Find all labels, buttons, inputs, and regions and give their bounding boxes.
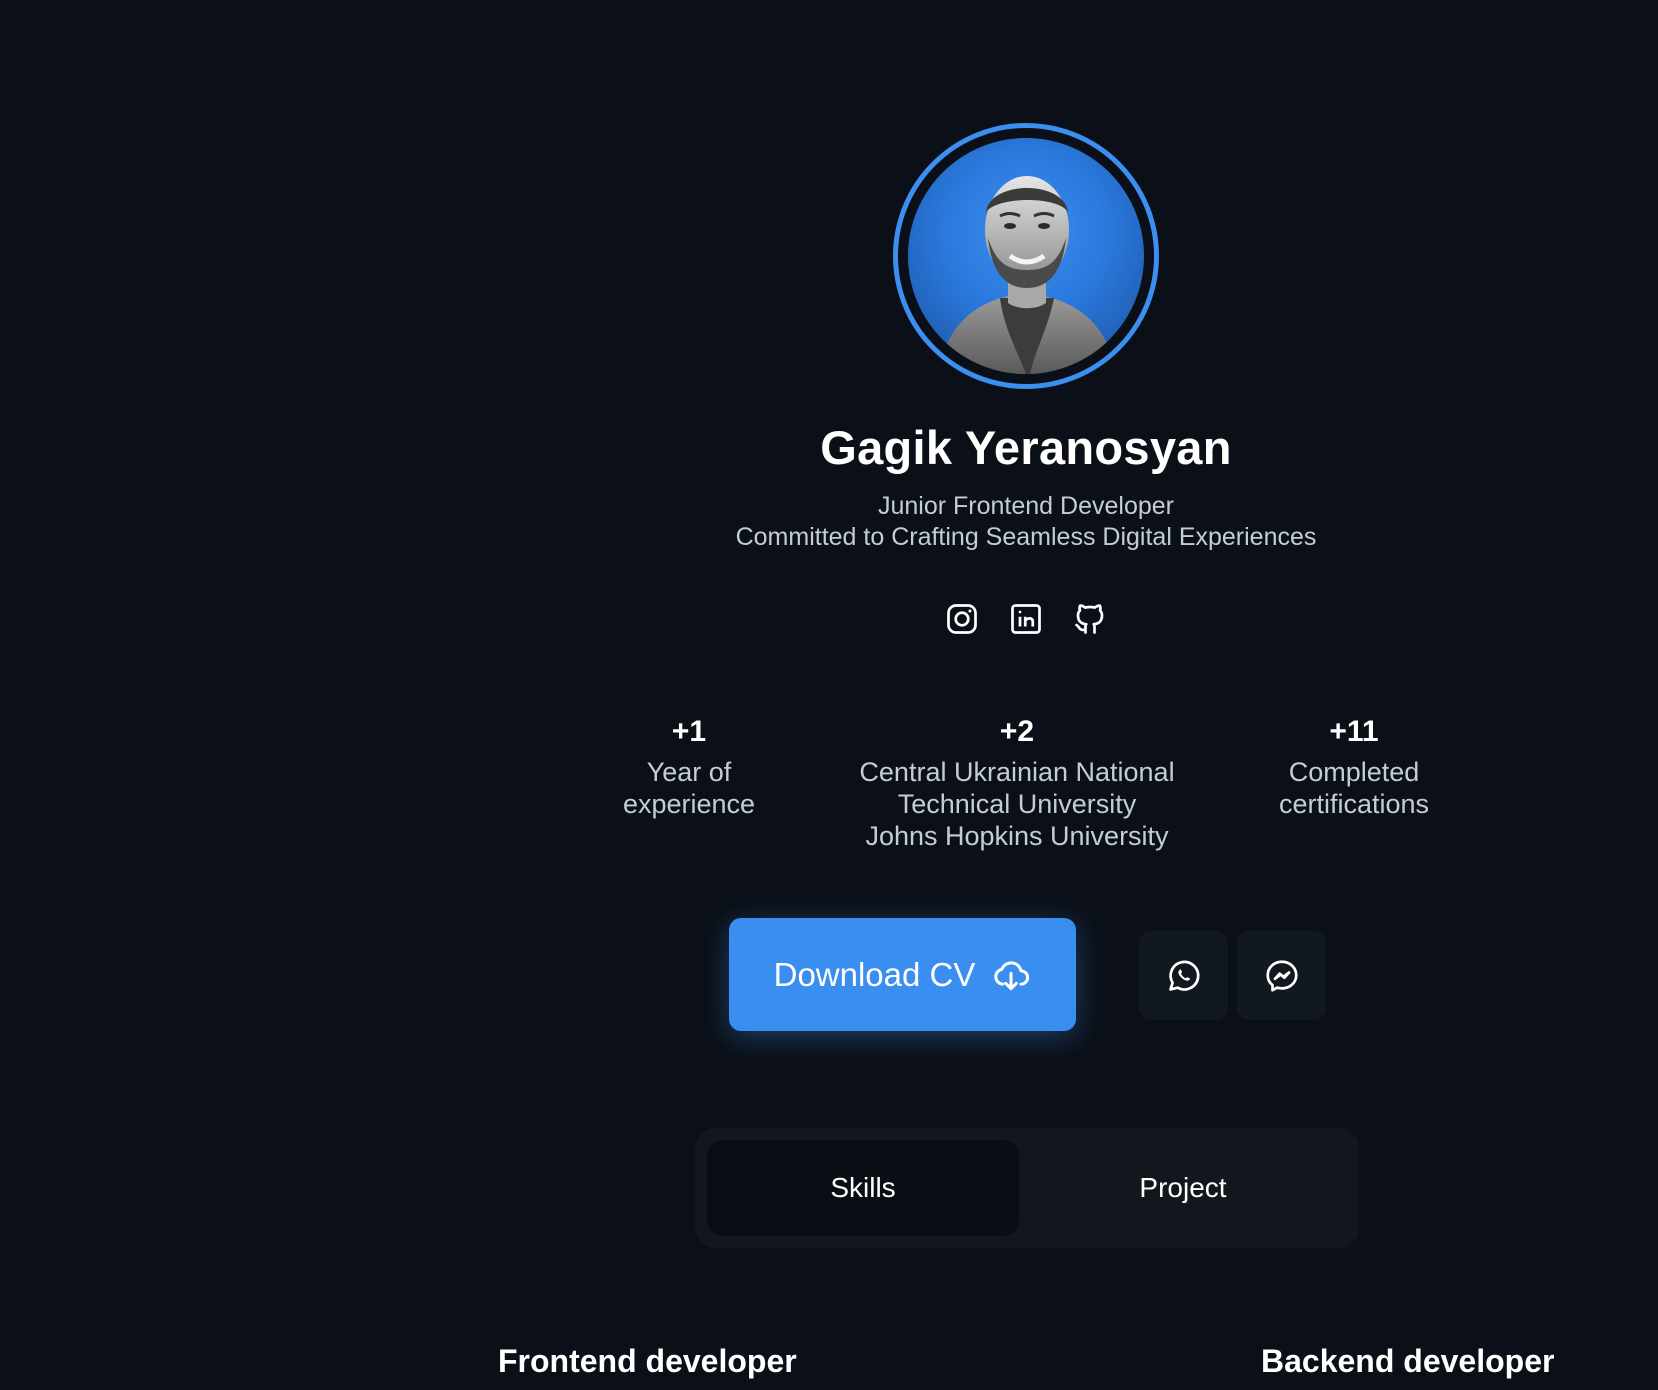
messenger-button[interactable] <box>1237 931 1326 1020</box>
whatsapp-icon <box>1168 960 1199 991</box>
github-icon <box>1075 604 1104 634</box>
stat-certifications: +11 Completed certifications <box>1279 712 1429 820</box>
content-tabs: Skills Project <box>695 1128 1359 1248</box>
avatar <box>893 123 1159 389</box>
download-cv-button[interactable]: Download CV <box>729 918 1076 1031</box>
person-portrait-icon <box>938 176 1116 374</box>
profile-name: Gagik Yeranosyan <box>820 421 1232 474</box>
stat-label: Year of experience <box>622 757 756 819</box>
tagline-motto: Committed to Crafting Seamless Digital E… <box>735 523 1317 551</box>
cloud-download-icon <box>994 960 1030 990</box>
whatsapp-button[interactable] <box>1139 931 1228 1020</box>
linkedin-link[interactable] <box>1007 600 1045 638</box>
avatar-photo <box>908 138 1144 374</box>
profile-page: Gagik Yeranosyan Junior Frontend Develop… <box>0 0 1658 1390</box>
stat-label: Completed certifications <box>1278 757 1430 819</box>
linkedin-icon <box>1011 604 1041 634</box>
backend-section-title: Backend developer <box>1261 1343 1555 1379</box>
social-links <box>943 600 1109 638</box>
github-link[interactable] <box>1071 600 1109 638</box>
tab-skills[interactable]: Skills <box>707 1140 1019 1236</box>
tab-project[interactable]: Project <box>1019 1140 1347 1236</box>
frontend-section-title: Frontend developer <box>498 1343 797 1379</box>
stat-value: +11 <box>1329 715 1379 748</box>
stat-label: Central Ukrainian National Technical Uni… <box>859 757 1175 851</box>
stat-value: +1 <box>671 715 707 748</box>
stat-experience: +1 Year of experience <box>623 712 755 820</box>
messenger-icon <box>1265 959 1298 992</box>
profile-tagline: Junior Frontend Developer Committed to C… <box>736 491 1317 553</box>
stat-value: +2 <box>999 715 1035 748</box>
instagram-icon <box>947 604 977 634</box>
download-cv-label: Download CV <box>773 955 976 993</box>
tagline-role: Junior Frontend Developer <box>877 492 1174 520</box>
stat-education: +2 Central Ukrainian National Technical … <box>859 712 1174 852</box>
instagram-link[interactable] <box>943 600 981 638</box>
